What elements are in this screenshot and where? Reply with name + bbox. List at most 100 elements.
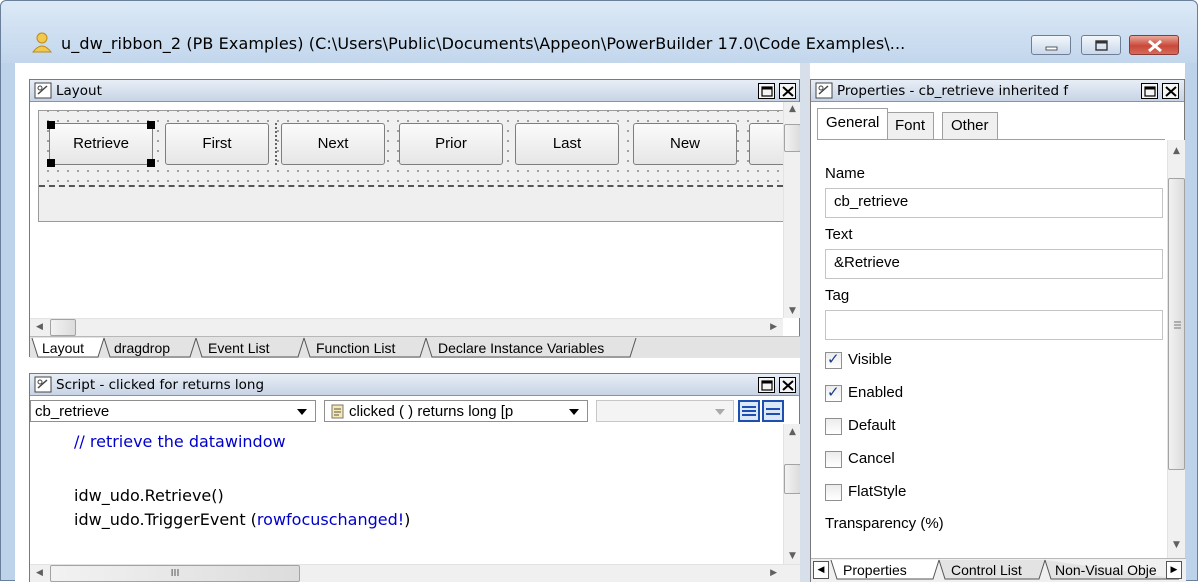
text-field[interactable]: &Retrieve xyxy=(825,249,1163,279)
scroll-thumb[interactable] xyxy=(50,319,76,336)
transparency-label: Transparency (%) xyxy=(825,515,944,532)
enabled-checkbox[interactable] xyxy=(825,383,842,402)
layout-vertical-scrollbar[interactable]: ▲ ▼ xyxy=(783,102,801,318)
scroll-thumb[interactable] xyxy=(1168,178,1185,470)
ancestor-selector[interactable] xyxy=(596,400,734,422)
tab-font[interactable]: Font xyxy=(886,112,935,140)
tab-scroll-left-icon[interactable]: ◀ xyxy=(813,561,829,579)
scroll-left-icon[interactable]: ◀ xyxy=(36,568,43,578)
application-window: u_dw_ribbon_2 (PB Examples) (C:\Users\Pu… xyxy=(0,0,1198,582)
event-selector-value: clicked ( ) returns long [p xyxy=(349,403,514,420)
layout-pane-titlebar[interactable]: Layout xyxy=(30,80,799,102)
code-statement-end: ) xyxy=(404,510,411,529)
name-field[interactable]: cb_retrieve xyxy=(825,188,1163,218)
visible-checkbox[interactable] xyxy=(825,350,842,369)
script-horizontal-scrollbar[interactable]: ◀ III ▶ xyxy=(30,564,801,582)
object-selector[interactable]: cb_retrieve xyxy=(30,400,316,422)
scroll-down-icon[interactable]: ▼ xyxy=(1173,540,1180,550)
layout-canvas[interactable]: Retrieve First Next Prior Last New xyxy=(38,110,789,222)
maximize-icon xyxy=(1144,86,1156,97)
cancel-checkbox[interactable] xyxy=(825,451,842,468)
tab-event-list[interactable]: Event List xyxy=(202,339,275,359)
properties-pane-maximize-button[interactable] xyxy=(1141,83,1158,99)
code-line-comment[interactable]: // retrieve the datawindow xyxy=(74,432,286,451)
vertical-splitter[interactable] xyxy=(800,63,810,582)
scroll-thumb[interactable]: III xyxy=(50,565,300,582)
default-checkbox[interactable] xyxy=(825,418,842,435)
painter-icon xyxy=(815,82,833,99)
properties-bottom-tab-strip: ◀ Properties Control List Non-Visual Obj… xyxy=(811,558,1186,582)
code-line-retrieve[interactable]: idw_udo.Retrieve() xyxy=(74,486,224,505)
enabled-label: Enabled xyxy=(848,384,904,401)
close-button[interactable] xyxy=(1129,35,1179,55)
selection-handle[interactable] xyxy=(47,159,55,167)
layout-tab-strip: Layout dragdrop Event List Function List… xyxy=(30,336,801,358)
layout-pane-close-button[interactable] xyxy=(779,83,796,99)
new-button[interactable]: New xyxy=(633,123,737,165)
tab-scroll-right-icon[interactable]: ▶ xyxy=(1166,561,1182,579)
separator xyxy=(275,123,278,165)
chevron-down-icon xyxy=(297,409,307,415)
painter-icon xyxy=(34,82,52,99)
tab-control-list[interactable]: Control List xyxy=(945,561,1028,581)
scroll-up-icon[interactable]: ▲ xyxy=(789,427,796,437)
maximize-icon xyxy=(1095,40,1108,51)
properties-pane-titlebar[interactable]: Properties - cb_retrieve inherited f xyxy=(811,80,1184,102)
flatstyle-checkbox[interactable] xyxy=(825,484,842,501)
scroll-right-icon[interactable]: ▶ xyxy=(770,568,777,578)
tab-function-list[interactable]: Function List xyxy=(310,339,401,359)
script-pane-close-button[interactable] xyxy=(779,377,796,393)
properties-pane-title: Properties - cb_retrieve inherited f xyxy=(837,83,1069,99)
script-vertical-scrollbar[interactable]: ▲ ▼ xyxy=(783,424,801,564)
script-pane-titlebar[interactable]: Script - clicked for returns long xyxy=(30,374,799,396)
next-button[interactable]: Next xyxy=(281,123,385,165)
layout-pane-maximize-button[interactable] xyxy=(758,83,775,99)
scroll-up-icon[interactable]: ▲ xyxy=(789,104,796,114)
scroll-thumb[interactable] xyxy=(784,124,801,152)
tab-non-visual-objects[interactable]: Non-Visual Obje xyxy=(1049,561,1163,581)
event-selector[interactable]: clicked ( ) returns long [p xyxy=(324,400,588,422)
split-view-alt-icon[interactable] xyxy=(762,400,784,422)
chevron-down-icon xyxy=(569,409,579,415)
tab-other[interactable]: Other xyxy=(942,112,998,140)
painter-icon xyxy=(34,376,52,393)
code-statement: idw_udo.TriggerEvent ( xyxy=(74,510,257,529)
scroll-thumb[interactable] xyxy=(784,464,801,494)
tab-properties[interactable]: Properties xyxy=(837,561,913,581)
minimize-button[interactable] xyxy=(1031,35,1071,55)
maximize-button[interactable] xyxy=(1081,35,1121,55)
text-label: Text xyxy=(825,226,853,243)
code-enum-arg: rowfocuschanged! xyxy=(256,510,405,529)
retrieve-button[interactable]: Retrieve xyxy=(49,123,153,165)
scroll-right-icon[interactable]: ▶ xyxy=(770,322,777,332)
scroll-down-icon[interactable]: ▼ xyxy=(789,306,796,316)
scroll-up-icon[interactable]: ▲ xyxy=(1173,146,1180,156)
selection-handle[interactable] xyxy=(147,159,155,167)
selection-handle[interactable] xyxy=(147,121,155,129)
prior-button[interactable]: Prior xyxy=(399,123,503,165)
properties-pane: Properties - cb_retrieve inherited f Fon… xyxy=(810,79,1186,582)
tab-dragdrop[interactable]: dragdrop xyxy=(108,339,176,359)
first-button[interactable]: First xyxy=(165,123,269,165)
last-button[interactable]: Last xyxy=(515,123,619,165)
tab-layout[interactable]: Layout xyxy=(36,339,90,359)
cancel-label: Cancel xyxy=(848,450,895,467)
selection-handle[interactable] xyxy=(47,121,55,129)
split-view-icon[interactable] xyxy=(738,400,760,422)
tag-field[interactable] xyxy=(825,310,1163,340)
code-line-triggerevent[interactable]: idw_udo.TriggerEvent (rowfocuschanged!) xyxy=(74,510,410,529)
workspace: Layout Retrieve First Next Prior Last Ne… xyxy=(15,63,1186,582)
maximize-icon xyxy=(761,380,773,391)
tab-declare-instance-variables[interactable]: Declare Instance Variables xyxy=(432,339,610,359)
scroll-left-icon[interactable]: ◀ xyxy=(36,322,43,332)
scroll-down-icon[interactable]: ▼ xyxy=(789,551,796,561)
tab-general[interactable]: General xyxy=(817,108,889,140)
script-pane-maximize-button[interactable] xyxy=(758,377,775,393)
layout-horizontal-scrollbar[interactable]: ◀ ▶ xyxy=(30,318,783,336)
properties-vertical-scrollbar[interactable]: ▲ ▼ xyxy=(1167,140,1185,558)
close-icon xyxy=(782,86,794,97)
window-title: u_dw_ribbon_2 (PB Examples) (C:\Users\Pu… xyxy=(61,34,906,53)
script-pane: Script - clicked for returns long cb_ret… xyxy=(29,373,801,582)
tab-panel-border xyxy=(817,139,1165,140)
properties-pane-close-button[interactable] xyxy=(1162,83,1179,99)
